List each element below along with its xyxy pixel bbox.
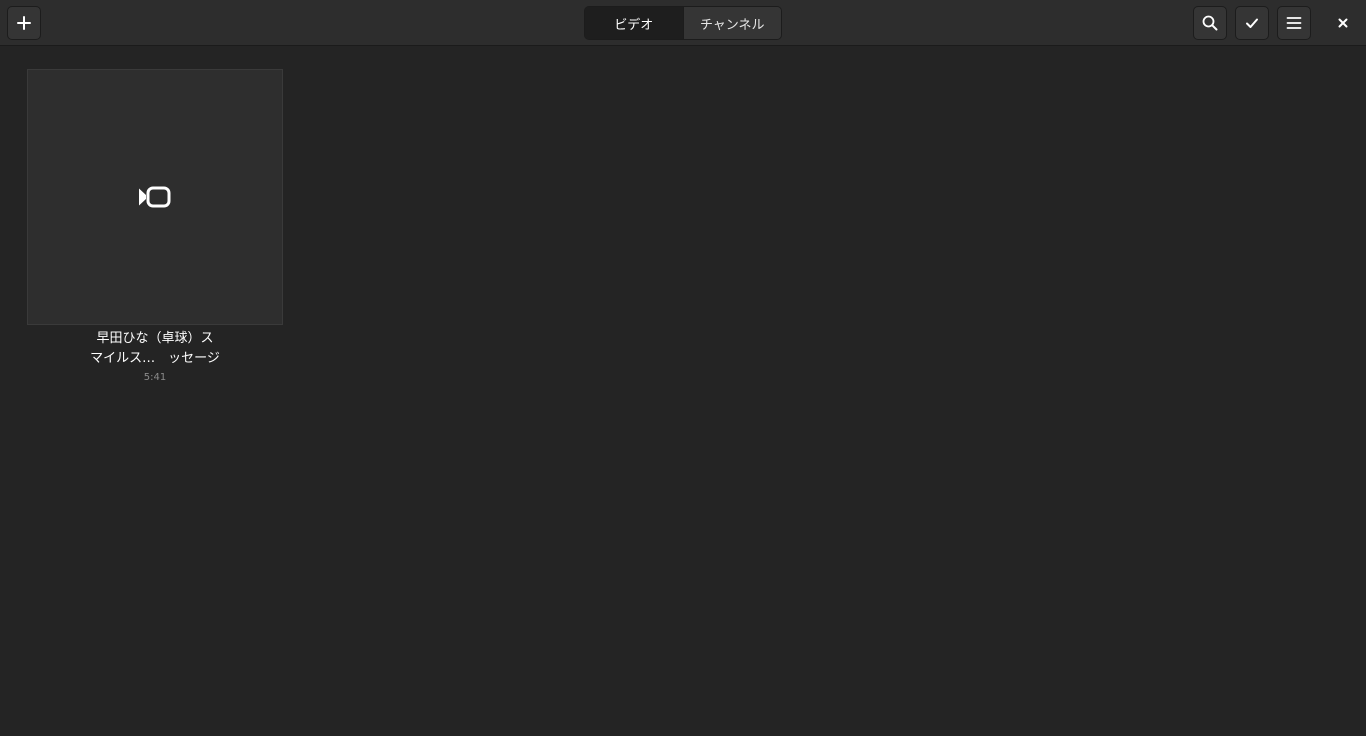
add-button[interactable] — [7, 6, 41, 40]
close-icon — [1338, 18, 1348, 28]
main-menu-button[interactable] — [1277, 6, 1311, 40]
video-title: 早田ひな（卓球）ス マイルス… ッセージ — [27, 329, 283, 369]
video-item[interactable]: 早田ひな（卓球）ス マイルス… ッセージ 5:41 — [27, 69, 283, 386]
video-camera-icon — [139, 186, 171, 208]
search-button[interactable] — [1193, 6, 1227, 40]
tab-videos[interactable]: ビデオ — [585, 7, 683, 39]
checkmark-icon — [1246, 18, 1258, 28]
video-title-line-2: マイルス… ッセージ — [90, 351, 220, 366]
header-bar: ビデオ チャンネル — [0, 0, 1366, 46]
video-grid: 早田ひな（卓球）ス マイルス… ッセージ 5:41 — [0, 47, 1366, 736]
select-button[interactable] — [1235, 6, 1269, 40]
search-icon — [1202, 15, 1218, 31]
video-duration: 5:41 — [143, 372, 167, 383]
close-button[interactable] — [1326, 6, 1360, 40]
plus-icon — [17, 16, 31, 30]
video-thumbnail[interactable] — [27, 69, 283, 325]
tab-channels[interactable]: チャンネル — [682, 7, 781, 39]
view-switcher: ビデオ チャンネル — [584, 6, 782, 40]
video-title-line-1: 早田ひな（卓球）ス — [96, 331, 214, 346]
hamburger-menu-icon — [1286, 17, 1302, 29]
